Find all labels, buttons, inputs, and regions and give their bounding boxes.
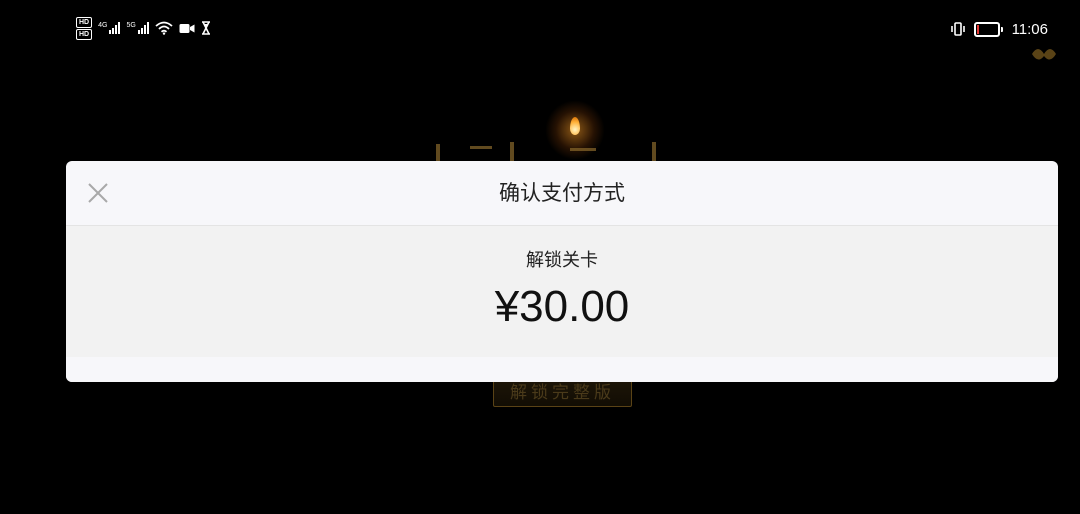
candle-flame-icon bbox=[570, 117, 580, 135]
network-label-1: 4G bbox=[98, 22, 108, 29]
dialog-body: 解锁关卡 ¥30.00 bbox=[66, 226, 1058, 357]
hd-badge-1: HD bbox=[76, 16, 93, 28]
hd-icon: HD HD bbox=[76, 16, 93, 40]
4g-signal-icon: 4G bbox=[98, 22, 121, 34]
hourglass-icon bbox=[201, 21, 210, 35]
status-bar: HD HD 4G 5G 11:06 bbox=[0, 0, 1080, 56]
status-time: 11:06 bbox=[1011, 20, 1048, 38]
status-right: 11:06 bbox=[950, 18, 1048, 40]
dialog-header: 确认支付方式 bbox=[66, 161, 1058, 226]
network-label-2: 5G bbox=[126, 22, 136, 29]
corner-ornament-icon bbox=[1032, 49, 1056, 60]
purchase-price: ¥30.00 bbox=[494, 282, 630, 331]
wifi-icon bbox=[155, 21, 173, 35]
battery-icon bbox=[973, 21, 1003, 37]
dialog-footer bbox=[66, 357, 1058, 382]
payment-confirm-dialog: 确认支付方式 解锁关卡 ¥30.00 bbox=[66, 161, 1058, 382]
status-left: HD HD 4G 5G bbox=[76, 14, 211, 42]
5g-signal-icon: 5G bbox=[126, 22, 149, 34]
battery-fill bbox=[976, 24, 979, 34]
hd-badge-2: HD bbox=[76, 28, 93, 40]
vibrate-icon bbox=[950, 22, 965, 36]
video-camera-icon bbox=[179, 23, 195, 33]
purchase-item-name: 解锁关卡 bbox=[526, 250, 598, 271]
dialog-title: 确认支付方式 bbox=[499, 181, 625, 205]
